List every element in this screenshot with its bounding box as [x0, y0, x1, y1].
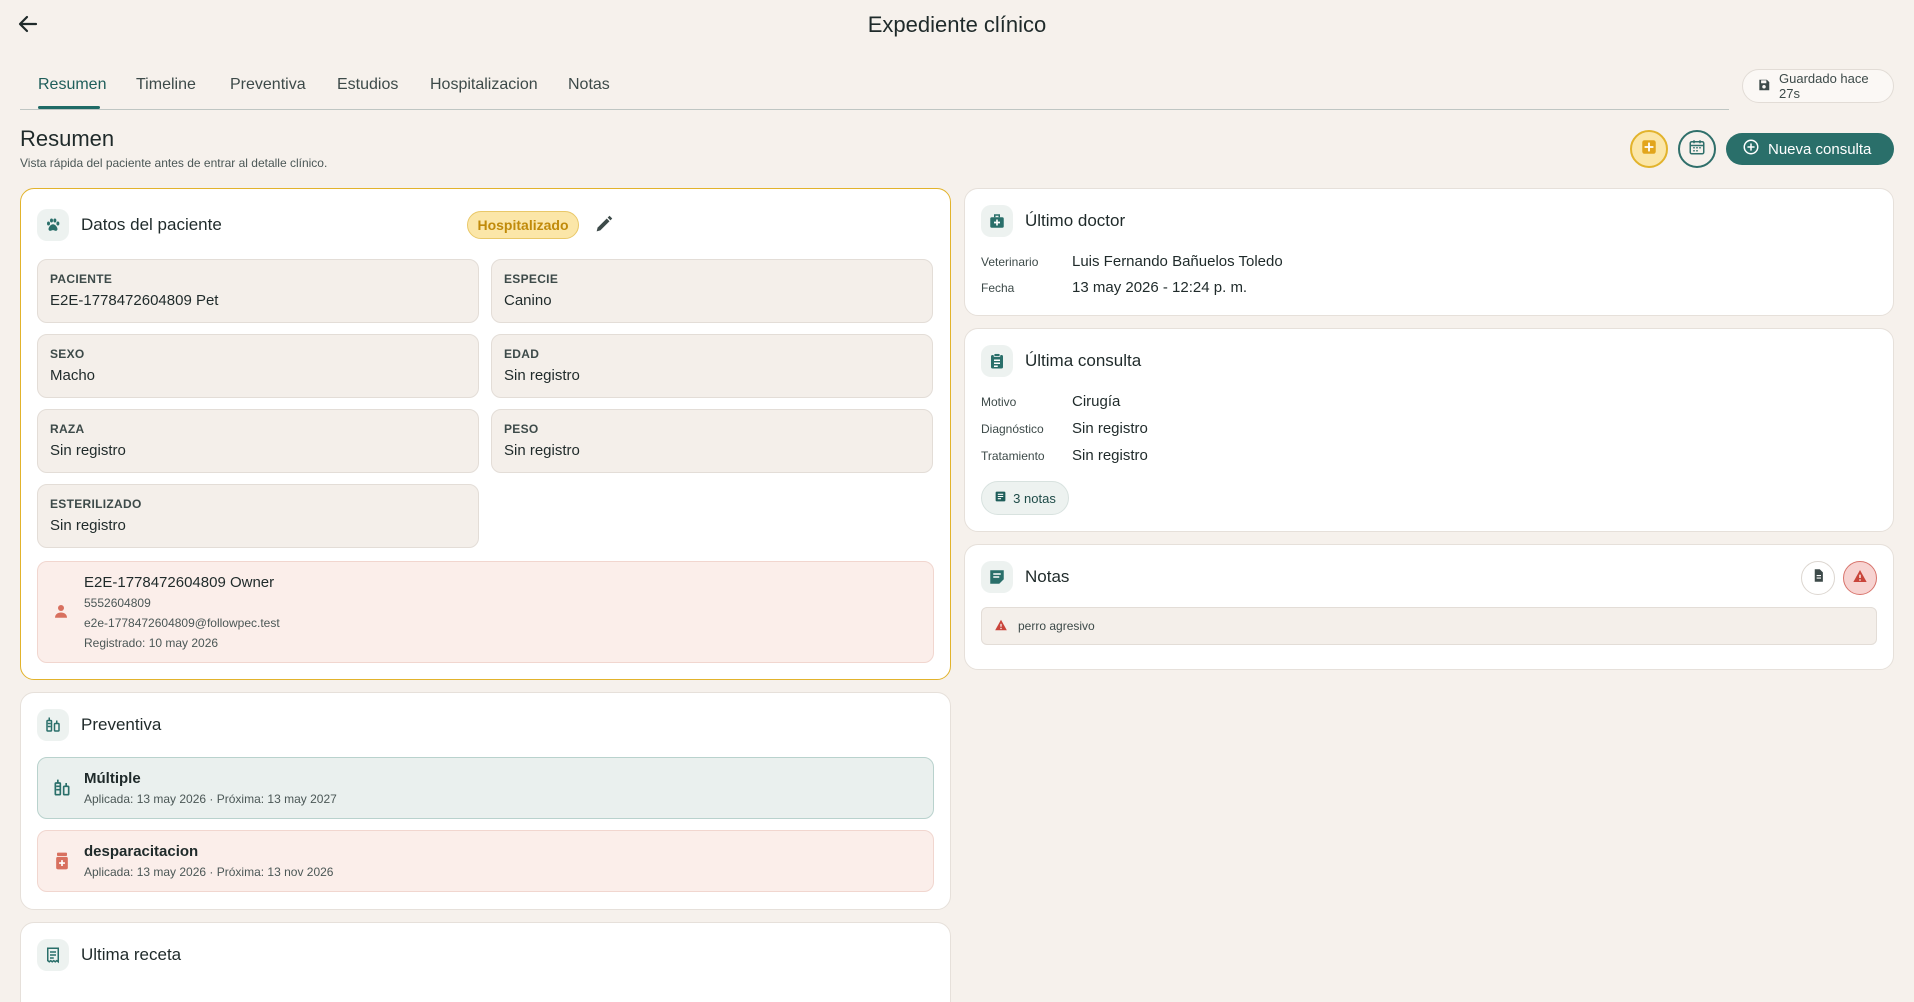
- tab-estudios[interactable]: Estudios: [337, 76, 398, 94]
- field-esterilizado: ESTERILIZADO Sin registro: [37, 484, 479, 548]
- save-status-text: Guardado hace 27s: [1779, 71, 1869, 101]
- field-label: ESTERILIZADO: [50, 497, 142, 511]
- receipt-icon: [37, 939, 69, 971]
- tab-notas[interactable]: Notas: [568, 76, 610, 94]
- field-raza: RAZA Sin registro: [37, 409, 479, 473]
- field-value: Sin registro: [50, 442, 126, 459]
- person-icon: [52, 602, 70, 625]
- add-record-button[interactable]: [1630, 130, 1668, 168]
- notes-count-chip[interactable]: 3 notas: [981, 481, 1069, 515]
- active-tab-indicator: [38, 106, 100, 109]
- diagnostico-value: Sin registro: [1072, 420, 1148, 437]
- field-label: RAZA: [50, 422, 85, 436]
- save-status-chip: Guardado hace 27s: [1742, 69, 1894, 103]
- prescription-card: Ultima receta: [20, 922, 951, 1002]
- owner-info: E2E-1778472604809 Owner 5552604809 e2e-1…: [37, 561, 934, 663]
- motivo-key: Motivo: [981, 395, 1017, 409]
- preventive-item[interactable]: desparacitacion Aplicada: 13 may 2026 · …: [37, 830, 934, 892]
- tratamiento-key: Tratamiento: [981, 449, 1045, 463]
- note-item[interactable]: perro agresivo: [981, 607, 1877, 645]
- plus-circle-icon: [1742, 138, 1760, 160]
- preventive-card: Preventiva Múltiple Aplicada: 13 may 202…: [20, 692, 951, 910]
- field-paciente: PACIENTE E2E-1778472604809 Pet: [37, 259, 479, 323]
- last-doctor-card: Último doctor Veterinario Luis Fernando …: [964, 188, 1894, 316]
- preventive-item-name: desparacitacion: [84, 843, 199, 860]
- field-label: PACIENTE: [50, 272, 113, 286]
- preventive-item-name: Múltiple: [84, 770, 141, 787]
- doctor-name: Luis Fernando Bañuelos Toledo: [1072, 253, 1283, 270]
- preventive-item-meta: Aplicada: 13 may 2026 · Próxima: 13 may …: [84, 792, 337, 806]
- vaccine-icon: [37, 709, 69, 741]
- field-value: Macho: [50, 367, 96, 384]
- top-bar: Expediente clínico: [0, 0, 1914, 52]
- notes-icon: [994, 490, 1007, 506]
- patient-card-title: Datos del paciente: [81, 215, 222, 234]
- field-value: Sin registro: [504, 367, 580, 384]
- save-icon: [1757, 78, 1771, 95]
- motivo-value: Cirugía: [1072, 393, 1121, 410]
- edit-pencil-icon[interactable]: [593, 213, 617, 237]
- notes-card-title: Notas: [1025, 567, 1070, 586]
- clipboard-icon: [981, 345, 1013, 377]
- medical-bag-icon: [981, 205, 1013, 237]
- preventive-item[interactable]: Múltiple Aplicada: 13 may 2026 · Próxima…: [37, 757, 934, 819]
- section-subtitle: Vista rápida del paciente antes de entra…: [20, 156, 328, 170]
- sticky-note-icon: [981, 561, 1013, 593]
- add-note-button[interactable]: [1801, 561, 1835, 595]
- field-value: Sin registro: [504, 442, 580, 459]
- tab-timeline[interactable]: Timeline: [136, 76, 196, 94]
- preventive-card-title: Preventiva: [81, 715, 162, 734]
- calendar-button[interactable]: [1678, 130, 1716, 168]
- field-label: SEXO: [50, 347, 85, 361]
- owner-phone: 5552604809: [84, 596, 151, 610]
- last-doctor-title: Último doctor: [1025, 211, 1126, 230]
- note-text: perro agresivo: [1018, 619, 1095, 633]
- paw-icon: [37, 209, 69, 241]
- field-value: Canino: [504, 292, 552, 309]
- field-label: ESPECIE: [504, 272, 559, 286]
- tab-bar: Resumen Timeline Preventiva Estudios Hos…: [20, 66, 1729, 110]
- new-consult-button[interactable]: Nueva consulta: [1726, 133, 1894, 165]
- tab-preventiva[interactable]: Preventiva: [230, 76, 306, 94]
- vaccine-icon: [52, 778, 72, 803]
- last-consult-title: Última consulta: [1025, 351, 1142, 370]
- tratamiento-value: Sin registro: [1072, 447, 1148, 464]
- owner-registered: Registrado: 10 may 2026: [84, 636, 219, 650]
- add-alert-button[interactable]: [1843, 561, 1877, 595]
- warning-icon: [994, 618, 1008, 635]
- field-edad: EDAD Sin registro: [491, 334, 933, 398]
- doctor-key: Veterinario: [981, 255, 1039, 269]
- calendar-icon: [1688, 138, 1706, 161]
- prescription-card-title: Ultima receta: [81, 945, 182, 964]
- notes-count-label: 3 notas: [1013, 490, 1056, 506]
- owner-name: E2E-1778472604809 Owner: [84, 574, 275, 591]
- owner-email: e2e-1778472604809@followpec.test: [84, 616, 280, 630]
- tab-hospitalizacion[interactable]: Hospitalizacion: [430, 76, 538, 94]
- doctor-date: 13 may 2026 - 12:24 p. m.: [1072, 279, 1248, 296]
- notes-card: Notas perro agresivo: [964, 544, 1894, 670]
- field-label: PESO: [504, 422, 539, 436]
- preventive-item-meta: Aplicada: 13 may 2026 · Próxima: 13 nov …: [84, 865, 334, 879]
- field-peso: PESO Sin registro: [491, 409, 933, 473]
- field-value: E2E-1778472604809 Pet: [50, 292, 219, 309]
- tab-resumen[interactable]: Resumen: [38, 76, 106, 94]
- last-consult-card: Última consulta Motivo Cirugía Diagnósti…: [964, 328, 1894, 532]
- new-consult-label: Nueva consulta: [1768, 140, 1872, 158]
- diagnostico-key: Diagnóstico: [981, 422, 1044, 436]
- page-title: Expediente clínico: [867, 12, 1047, 37]
- warning-icon: [1852, 568, 1868, 589]
- document-icon: [1811, 568, 1826, 588]
- patient-card: Datos del paciente Hospitalizado PACIENT…: [20, 188, 951, 680]
- field-value: Sin registro: [50, 517, 126, 534]
- field-sexo: SEXO Macho: [37, 334, 479, 398]
- field-label: EDAD: [504, 347, 540, 361]
- plus-square-icon: [1640, 138, 1658, 161]
- medicine-bottle-icon: [52, 851, 72, 876]
- date-key: Fecha: [981, 281, 1015, 295]
- field-especie: ESPECIE Canino: [491, 259, 933, 323]
- status-badge: Hospitalizado: [467, 211, 579, 239]
- section-title: Resumen: [20, 126, 115, 151]
